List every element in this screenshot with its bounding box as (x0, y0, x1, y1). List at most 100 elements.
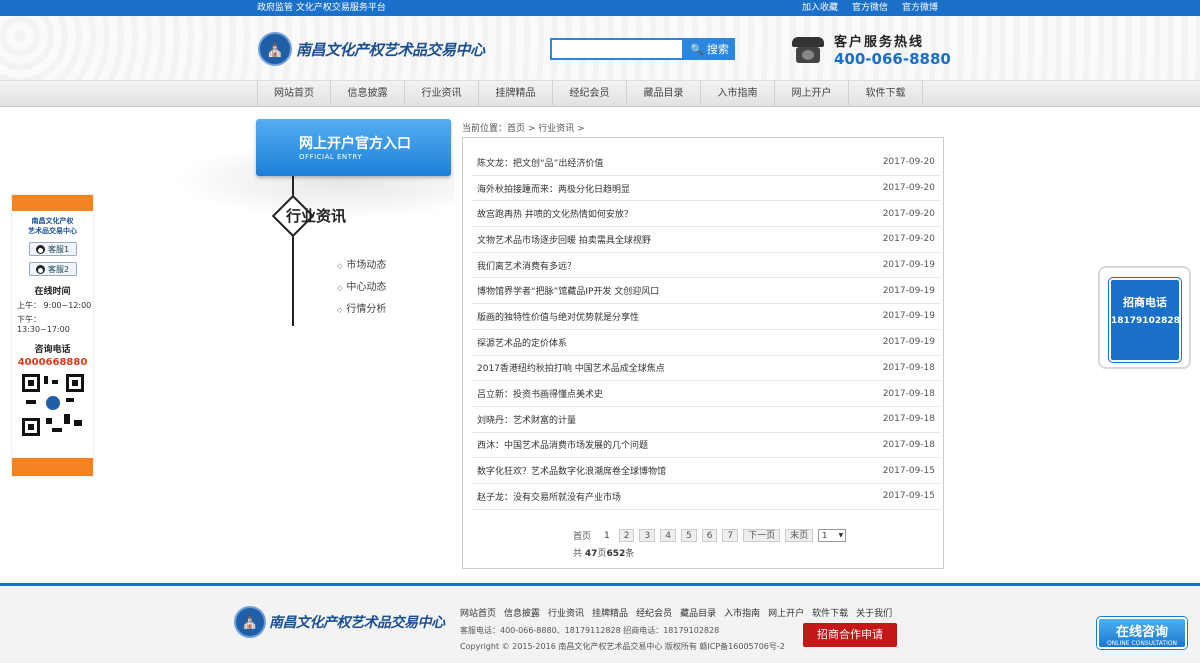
hours-afternoon: 下午： 13:30~17:00 (17, 315, 70, 334)
article-title[interactable]: 数字化狂欢？艺术品数字化浪潮席卷全球博物馆 (477, 464, 666, 477)
pager-page-4[interactable]: 4 (660, 529, 676, 542)
nav-item-download[interactable]: 软件下载 (849, 81, 923, 107)
footer-contact: 客服电话：400-066-8880、18179112828 招商电话：18179… (460, 626, 720, 635)
nav-item-disclosure[interactable]: 信息披露 (331, 81, 405, 107)
article-date: 2017-09-19 (882, 285, 935, 296)
nav-item-home[interactable]: 网站首页 (257, 81, 331, 107)
pager-last[interactable]: 末页 (785, 529, 814, 542)
pager-page-6[interactable]: 6 (701, 529, 718, 542)
article-title[interactable]: 吕立新：投资书画得懂点美术史 (477, 387, 603, 400)
footer-link-download[interactable]: 软件下载 (812, 606, 848, 619)
subnav-center-news[interactable]: 中心动态 (337, 280, 386, 302)
pager-next[interactable]: 下一页 (743, 529, 781, 542)
search-input[interactable] (550, 38, 684, 60)
article-title[interactable]: 西沐：中国艺术品消费市场发展的几个问题 (477, 438, 648, 451)
article-panel: 陈文龙：把文创“品”出经济价值 2017-09-20 海外秋拍接踵而来：两极分化日… (462, 137, 944, 569)
pager-total: 共 47页652条 (573, 549, 635, 559)
article-title[interactable]: 刘晓丹：艺术财富的计量 (477, 413, 576, 426)
header: ⛪ 南昌文化产权艺术品交易中心 🔍 搜索 客户服务热线 400-066-8880 (0, 16, 1200, 80)
footer-link-disclosure[interactable]: 信息披露 (504, 606, 540, 619)
article-date: 2017-09-19 (882, 260, 935, 271)
article-title[interactable]: 我们离艺术消费有多远？ (477, 259, 576, 272)
article-title[interactable]: 文物艺术品市场逐步回暖 拍卖需具全球视野 (477, 233, 651, 246)
footer-link-about[interactable]: 关于我们 (856, 606, 892, 619)
top-slogan: 政府监管 文化产权交易服务平台 (257, 3, 386, 13)
official-wechat-link[interactable]: 官方微信 (852, 0, 888, 16)
pager-page-3[interactable]: 3 (639, 529, 656, 542)
consult-subtitle: ONLINE CONSULTATION (1106, 640, 1178, 647)
article-date: 2017-09-19 (882, 337, 935, 348)
apply-cooperation-button[interactable]: 招商合作申请 (803, 623, 897, 647)
nav-item-members[interactable]: 经纪会员 (553, 81, 627, 107)
article-title[interactable]: 版画的独特性价值与绝对优势就是分享性 (477, 310, 639, 323)
main-nav: 网站首页 信息披露 行业资讯 挂牌精品 经纪会员 藏品目录 入市指南 网上开户 … (0, 80, 1200, 107)
consult-phone: 4000668880 (17, 357, 88, 368)
article-date: 2017-09-18 (882, 388, 935, 399)
pager-page-2[interactable]: 2 (618, 529, 635, 542)
footer-link-home[interactable]: 网站首页 (460, 606, 496, 619)
article-title[interactable]: 探源艺术品的定价体系 (477, 336, 567, 349)
investment-hotline-title: 招商电话 (1123, 296, 1167, 309)
qq-service-1-button[interactable]: 客服1 (28, 242, 77, 256)
article-title[interactable]: 海外秋拍接踵而来：两极分化日趋明显 (477, 182, 630, 195)
widget-bottom-bar (12, 458, 93, 476)
pager-page-7[interactable]: 7 (722, 529, 739, 542)
list-item: 刘晓丹：艺术财富的计量 2017-09-18 (471, 407, 941, 433)
nav-item-open-account[interactable]: 网上开户 (775, 81, 849, 107)
site-logo[interactable]: ⛪ 南昌文化产权艺术品交易中心 (258, 30, 490, 68)
footer-info: 客服电话：400-066-8880、18179112828 招商电话：18179… (460, 623, 785, 655)
subnav-market-news[interactable]: 市场动态 (337, 258, 386, 280)
pager-first[interactable]: 首页 (569, 529, 595, 542)
footer-logo[interactable]: ⛪ 南昌文化产权艺术品交易中心 (234, 606, 445, 638)
nav-item-guide[interactable]: 入市指南 (701, 81, 775, 107)
online-hours-title: 在线时间 (34, 287, 71, 297)
top-bar: 政府监管 文化产权交易服务平台 加入收藏 官方微信 官方微博 (0, 0, 1200, 16)
article-title[interactable]: 陈文龙：把文创“品”出经济价值 (477, 156, 603, 169)
list-item: 探源艺术品的定价体系 2017-09-19 (471, 330, 941, 356)
article-title[interactable]: 赵子龙：没有交易所就没有产业市场 (477, 490, 621, 503)
search-icon: 🔍 (690, 42, 704, 56)
list-item: 陈文龙：把文创“品”出经济价值 2017-09-20 (471, 150, 941, 176)
top-links: 加入收藏 官方微信 官方微博 (802, 0, 938, 16)
footer-link-members[interactable]: 经纪会员 (636, 606, 672, 619)
list-item: 文物艺术品市场逐步回暖 拍卖需具全球视野 2017-09-20 (471, 227, 941, 253)
article-date: 2017-09-20 (882, 183, 935, 194)
official-weibo-link[interactable]: 官方微博 (902, 0, 938, 16)
open-account-entry-button[interactable]: 网上开户官方入口 OFFICIAL ENTRY (256, 119, 451, 176)
article-title[interactable]: 故宫跑再热 井喷的文化热情如何安放？ (477, 207, 633, 220)
breadcrumb: 当前位置：首页 > 行业资讯 > (462, 124, 585, 134)
nav-item-listed-works[interactable]: 挂牌精品 (479, 81, 553, 107)
investment-hotline-widget: 招商电话 18179102828 (1098, 266, 1191, 369)
investment-hotline-button[interactable]: 招商电话 18179102828 (1109, 278, 1181, 362)
footer-link-catalog[interactable]: 藏品目录 (680, 606, 716, 619)
subnav-market-analysis[interactable]: 行情分析 (337, 302, 386, 324)
add-favorite-link[interactable]: 加入收藏 (802, 0, 838, 16)
hours-morning: 上午： 9:00~12:00 (17, 301, 92, 310)
category-title: 行业资讯 (286, 207, 347, 225)
footer-copyright: Copyright © 2015-2016 南昌文化产权艺术品交易中心 版权所有… (460, 642, 785, 651)
footer-link-guide[interactable]: 入市指南 (724, 606, 760, 619)
logo-emblem-icon: ⛪ (258, 32, 292, 66)
service-widget: 南昌文化产权 艺术品交易中心 客服1 客服2 在线时间 上午： 9:00~12:… (11, 194, 94, 477)
category-subnav: 市场动态 中心动态 行情分析 (337, 258, 386, 324)
nav-item-catalog[interactable]: 藏品目录 (627, 81, 701, 107)
pager-page-5[interactable]: 5 (680, 529, 697, 542)
nav-item-industry-news[interactable]: 行业资讯 (405, 81, 479, 107)
footer: ⛪ 南昌文化产权艺术品交易中心 网站首页 信息披露 行业资讯 挂牌精品 经纪会员… (0, 583, 1200, 663)
article-title[interactable]: 2017香港纽约秋拍打响 中国艺术品成全球焦点 (477, 361, 665, 374)
article-title[interactable]: 博物馆界学者“把脉”馆藏品IP开发 文创迎风口 (477, 284, 659, 297)
pagination: 首页 1 2 3 4 5 6 7 下一页 末页 1 (569, 529, 847, 542)
search-bar: 🔍 搜索 (550, 38, 735, 60)
footer-link-listed[interactable]: 挂牌精品 (592, 606, 628, 619)
search-button[interactable]: 🔍 搜索 (684, 38, 735, 60)
footer-link-open-account[interactable]: 网上开户 (768, 606, 804, 619)
list-item: 故宫跑再热 井喷的文化热情如何安放？ 2017-09-20 (471, 201, 941, 228)
article-date: 2017-09-18 (882, 439, 935, 450)
telephone-icon (790, 35, 826, 65)
total-pages: 47 (584, 549, 598, 559)
page-select[interactable]: 1 (818, 529, 847, 542)
online-consult-button[interactable]: 在线咨询 ONLINE CONSULTATION (1097, 617, 1187, 649)
qq-service-2-button[interactable]: 客服2 (28, 262, 77, 276)
footer-links: 网站首页 信息披露 行业资讯 挂牌精品 经纪会员 藏品目录 入市指南 网上开户 … (460, 606, 892, 619)
footer-link-news[interactable]: 行业资讯 (548, 606, 584, 619)
